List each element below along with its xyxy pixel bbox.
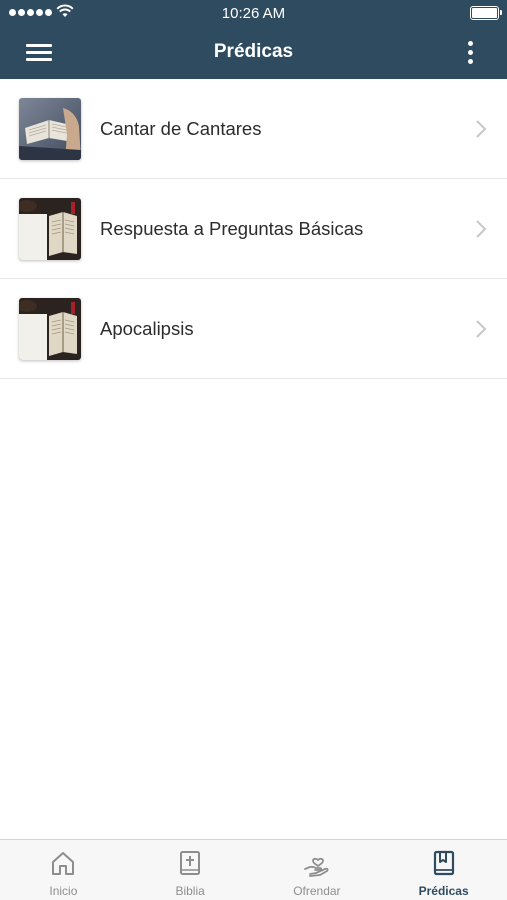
bible-cross-icon <box>180 851 201 875</box>
chevron-right-icon <box>476 320 487 338</box>
sermon-thumbnail-open-bible <box>19 98 81 160</box>
sermon-item-apocalipsis[interactable]: Apocalipsis <box>0 279 507 379</box>
tab-bar: Inicio Biblia Ofrendar Prédicas <box>0 839 507 900</box>
sermon-thumbnail-bible-table <box>19 298 81 360</box>
more-options-icon[interactable] <box>465 39 477 67</box>
tab-label: Biblia <box>175 884 205 898</box>
page-title: Prédicas <box>213 41 294 62</box>
tab-biblia[interactable]: Biblia <box>127 840 254 900</box>
sermon-list: Cantar de Cantares Respuesta a Preguntas… <box>0 79 507 379</box>
battery-icon <box>470 6 502 20</box>
chevron-right-icon <box>476 220 487 238</box>
navigation-bar: Prédicas <box>0 26 507 79</box>
sermon-title: Respuesta a Preguntas Básicas <box>100 218 364 239</box>
tab-inicio[interactable]: Inicio <box>0 840 127 900</box>
sermon-title: Cantar de Cantares <box>100 118 262 139</box>
tab-ofrendar[interactable]: Ofrendar <box>254 840 381 900</box>
sermon-item-respuesta-preguntas[interactable]: Respuesta a Preguntas Básicas <box>0 179 507 279</box>
tab-label: Prédicas <box>418 884 469 898</box>
tab-label: Ofrendar <box>293 884 341 898</box>
chevron-right-icon <box>476 120 487 138</box>
status-bar: 10:26 AM <box>0 0 507 26</box>
hand-heart-icon <box>303 857 329 877</box>
status-time: 10:26 AM <box>221 5 286 22</box>
sermon-thumbnail-bible-table <box>19 198 81 260</box>
tab-label: Inicio <box>49 884 78 898</box>
home-icon <box>52 852 75 875</box>
bookmark-book-icon <box>433 850 454 876</box>
sermon-item-cantar-de-cantares[interactable]: Cantar de Cantares <box>0 79 507 179</box>
tab-predicas[interactable]: Prédicas <box>380 840 507 900</box>
sermon-title: Apocalipsis <box>100 318 194 339</box>
